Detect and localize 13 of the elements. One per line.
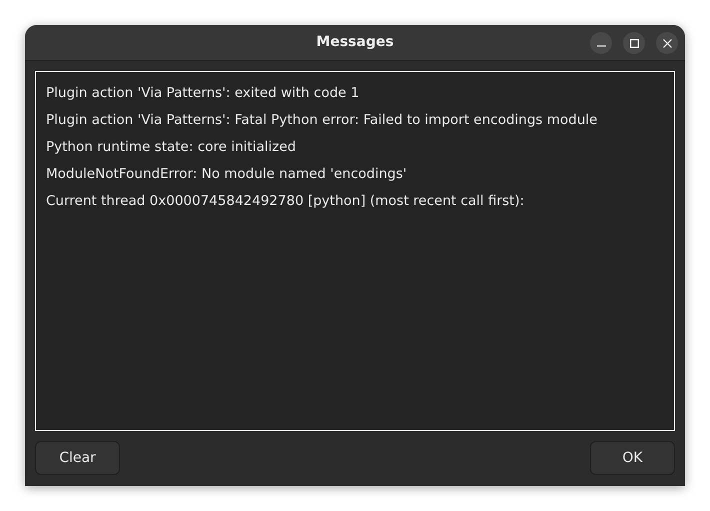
close-icon [662, 38, 672, 48]
log-line: Plugin action 'Via Patterns': exited with code 1 [46, 84, 360, 103]
log-line: Python runtime state: core initialized [46, 138, 297, 157]
ok-button[interactable]: OK [590, 441, 675, 475]
log-line: Plugin action 'Via Patterns': Fatal Python error: Failed to import encodings module [46, 111, 598, 130]
minimize-icon [596, 45, 606, 47]
clear-button[interactable]: Clear [35, 441, 120, 475]
window-title: Messages [316, 33, 394, 52]
maximize-icon [630, 38, 638, 48]
close-button[interactable] [656, 32, 678, 54]
log-line: ModuleNotFoundError: No module named 'encodings' [46, 165, 408, 184]
log-line: Current thread 0x0000745842492780 [python] (most recent call first): [46, 192, 526, 211]
maximize-button[interactable] [623, 32, 645, 54]
